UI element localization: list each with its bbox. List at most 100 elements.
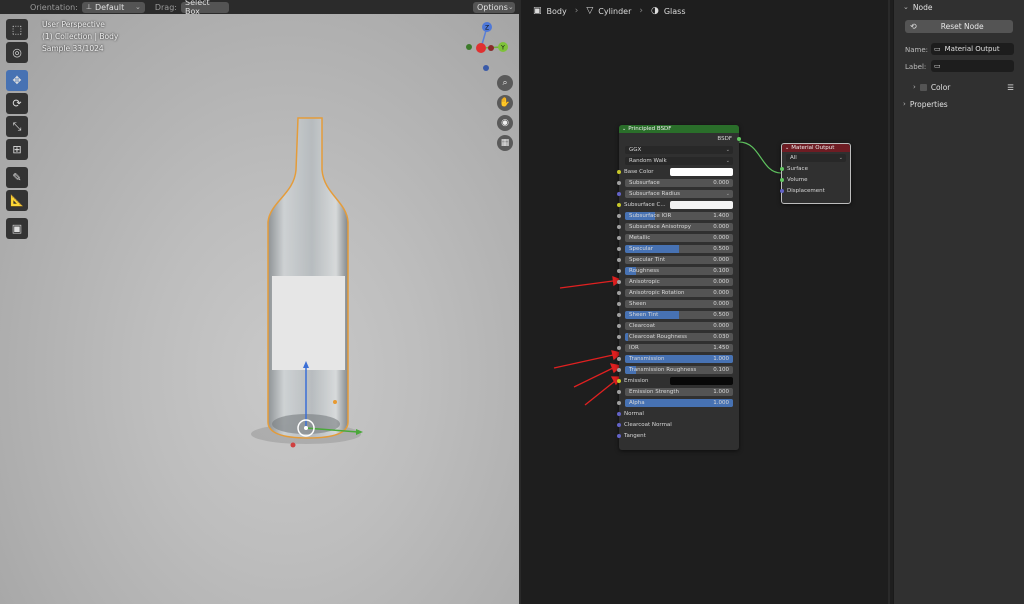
input-socket[interactable]	[617, 389, 621, 394]
rotate-tool[interactable]: ⟳	[6, 93, 28, 114]
move-tool[interactable]: ✥	[6, 70, 28, 91]
value-slider[interactable]: Sheen Tint 0.500	[625, 310, 733, 319]
emission-color-swatch[interactable]	[670, 376, 733, 385]
node-header[interactable]: ⌄ Principled BSDF	[619, 125, 739, 133]
input-socket[interactable]	[617, 323, 621, 328]
properties-section-header[interactable]: › Properties	[894, 97, 1024, 111]
value-slider[interactable]: Subsurface Anisotropy 0.000	[625, 222, 733, 231]
add-cube-tool[interactable]: ▣	[6, 218, 28, 239]
value-slider[interactable]: Anisotropic Rotation 0.000	[625, 288, 733, 297]
base-color-swatch[interactable]	[670, 167, 733, 176]
zoom-button[interactable]: ⌕	[497, 75, 513, 91]
input-socket[interactable]	[617, 202, 621, 207]
input-socket[interactable]	[617, 213, 621, 218]
output-socket[interactable]	[737, 136, 741, 141]
value-slider[interactable]: Subsurface 0.000	[625, 178, 733, 187]
options-label: Options	[477, 2, 508, 12]
input-socket[interactable]	[617, 345, 621, 350]
orientation-label: Orientation:	[30, 2, 78, 12]
input-socket[interactable]	[617, 422, 621, 427]
value-slider[interactable]: Specular 0.500	[625, 244, 733, 253]
distribution-dropdown[interactable]: GGX ⌄	[625, 145, 733, 154]
ortho-toggle[interactable]: ▦	[497, 135, 513, 151]
emission-strength-field[interactable]: Emission Strength 1.000	[625, 387, 733, 396]
measure-tool[interactable]: 📐	[6, 190, 28, 211]
pan-button[interactable]: ✋	[497, 95, 513, 111]
list-icon[interactable]: ☰	[1007, 83, 1014, 92]
input-socket[interactable]	[617, 224, 621, 229]
collapse-icon[interactable]: ⌄	[622, 126, 626, 132]
principled-bsdf-node[interactable]: ⌄ Principled BSDF BSDF GGX ⌄ Random Walk…	[617, 125, 741, 450]
subsurface-method-dropdown[interactable]: Random Walk ⌄	[625, 156, 733, 165]
subsurface-color-swatch[interactable]	[670, 200, 733, 209]
value-slider[interactable]: Clearcoat 0.000	[625, 321, 733, 330]
node-header[interactable]: ⌄ Material Output	[782, 144, 850, 152]
cursor-tool[interactable]: ◎	[6, 42, 28, 63]
annotate-tool[interactable]: ✎	[6, 167, 28, 188]
alpha-field[interactable]: Alpha 1.000	[625, 398, 733, 407]
label-field[interactable]: ▭	[931, 60, 1014, 72]
tangent-row: Tangent	[617, 430, 739, 441]
input-socket[interactable]	[617, 191, 621, 196]
value-slider[interactable]: Metallic 0.000	[625, 233, 733, 242]
input-socket[interactable]	[617, 169, 621, 174]
drag-dropdown[interactable]: Select Box	[180, 0, 229, 16]
input-socket[interactable]	[617, 433, 621, 438]
scale-tool[interactable]: ⤡	[6, 116, 28, 137]
checkbox[interactable]	[919, 83, 927, 91]
slider-value: 0.000	[713, 179, 729, 186]
input-socket[interactable]	[617, 367, 621, 372]
value-slider[interactable]: IOR 1.450	[625, 343, 733, 352]
subsurface-radius-field[interactable]: Subsurface Radius ⌄	[625, 189, 733, 198]
material-output-node[interactable]: ⌄ Material Output All ⌄ Surface Volume D…	[780, 143, 851, 204]
subsurface-radius-row: Subsurface Radius ⌄	[617, 188, 739, 199]
input-socket[interactable]	[617, 290, 621, 295]
axis-x-icon[interactable]	[476, 43, 486, 53]
target-dropdown[interactable]: All ⌄	[786, 153, 846, 162]
value-slider[interactable]: Subsurface IOR 1.400	[625, 211, 733, 220]
input-socket[interactable]	[617, 400, 621, 405]
3d-viewport[interactable]: Orientation: ⊥ Default ⌄ Drag: Select Bo…	[0, 0, 519, 604]
input-socket[interactable]	[617, 257, 621, 262]
color-subpanel-header[interactable]: › Color ☰	[904, 80, 1014, 94]
input-socket[interactable]	[780, 177, 784, 182]
field-label: Emission Strength	[629, 388, 680, 395]
collapse-icon[interactable]: ⌄	[785, 145, 789, 151]
input-socket[interactable]	[617, 279, 621, 284]
shader-editor[interactable]: ▣ Body › ▽ Cylinder › ◑ Glass ⌄ Principl…	[519, 0, 893, 604]
value-slider[interactable]: Specular Tint 0.000	[625, 255, 733, 264]
input-socket[interactable]	[617, 235, 621, 240]
input-socket[interactable]	[617, 301, 621, 306]
transform-tool[interactable]: ⊞	[6, 139, 28, 160]
input-socket[interactable]	[780, 166, 784, 171]
orientation-dropdown[interactable]: ⊥ Default ⌄	[81, 1, 145, 13]
input-socket[interactable]	[780, 188, 784, 193]
input-socket[interactable]	[617, 246, 621, 251]
slider-value: 0.000	[713, 256, 729, 263]
node-section-header[interactable]: ⌄ Node	[894, 0, 1024, 14]
value-slider[interactable]: Roughness 0.100	[625, 266, 733, 275]
input-socket[interactable]	[617, 411, 621, 416]
value-slider[interactable]: Transmission Roughness 0.100	[625, 365, 733, 374]
input-socket[interactable]	[617, 378, 621, 383]
collection-text: (1) Collection | Body	[42, 32, 119, 41]
input-socket[interactable]	[617, 312, 621, 317]
camera-button[interactable]: ◉	[497, 115, 513, 131]
select-box-tool[interactable]: ⬚	[6, 19, 28, 40]
input-socket[interactable]	[617, 180, 621, 185]
value-slider[interactable]: Clearcoat Roughness 0.030	[625, 332, 733, 341]
bottle-object[interactable]	[250, 110, 370, 455]
name-field[interactable]: ▭ Material Output	[931, 43, 1014, 55]
input-socket[interactable]	[617, 334, 621, 339]
navigation-gizmo[interactable]: Z Y	[466, 20, 512, 72]
options-dropdown[interactable]: Options ⌄	[473, 1, 515, 13]
input-socket[interactable]	[617, 268, 621, 273]
ruler-icon: 📐	[10, 194, 24, 207]
value-slider[interactable]: Anisotropic 0.000	[625, 277, 733, 286]
value-slider[interactable]: Sheen 0.000	[625, 299, 733, 308]
reset-node-button[interactable]: ⟲ Reset Node	[905, 20, 1013, 33]
hand-icon: ✋	[499, 98, 511, 108]
volume-row: Volume	[780, 174, 850, 185]
input-socket[interactable]	[617, 356, 621, 361]
value-slider[interactable]: Transmission 1.000	[625, 354, 733, 363]
